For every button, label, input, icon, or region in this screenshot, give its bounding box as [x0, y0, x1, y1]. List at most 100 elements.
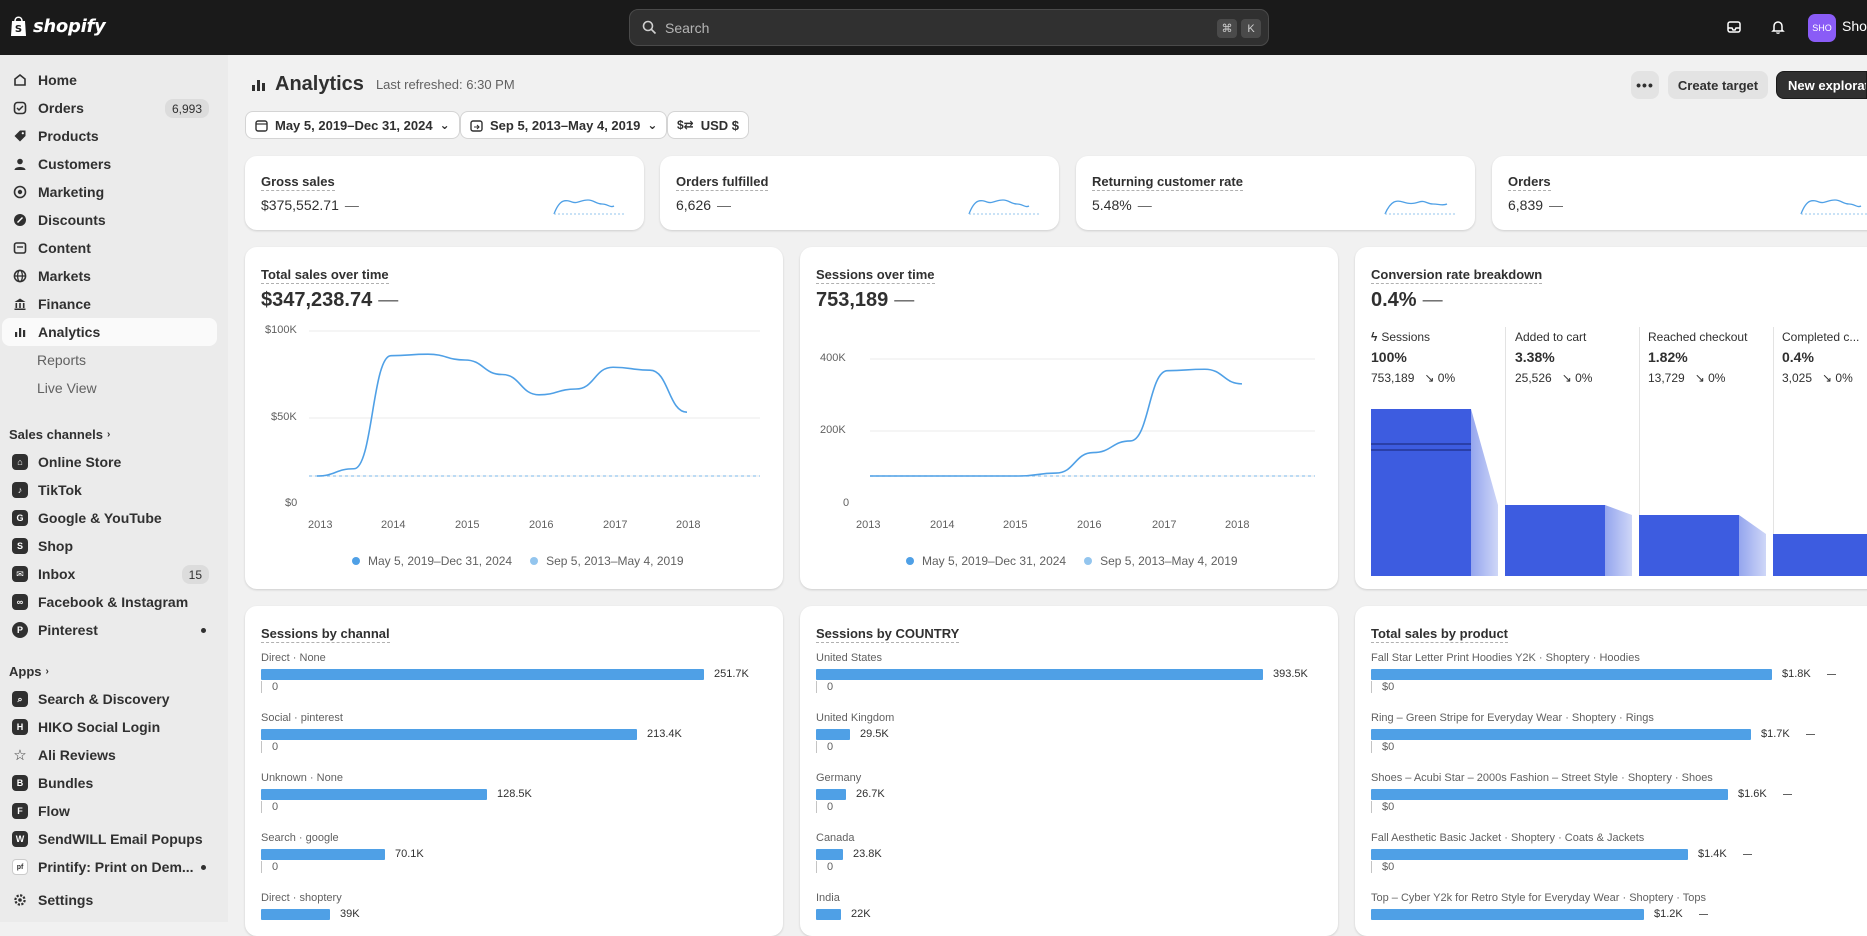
sidebar-item-printify[interactable]: pf Printify: Print on Dem...	[2, 853, 217, 881]
bar-row[interactable]: Direct · shoptery 39K	[261, 892, 783, 936]
sidebar-item-settings[interactable]: Settings	[2, 886, 217, 914]
sales-channels-heading[interactable]: Sales channels ›	[9, 427, 110, 442]
bar-row[interactable]: Social · pinterest 213.4K 0	[261, 712, 783, 772]
bar-row[interactable]: Ring – Green Stripe for Everyday Wear · …	[1371, 712, 1867, 772]
metric-card-returning-rate[interactable]: Returning customer rate 5.48% —	[1076, 156, 1475, 230]
legend-label: May 5, 2019–Dec 31, 2024	[922, 554, 1067, 568]
metric-card-orders-fulfilled[interactable]: Orders fulfilled 6,626 —	[660, 156, 1059, 230]
svg-text:S: S	[15, 24, 22, 35]
bar-track: 22K	[816, 909, 1338, 920]
sidebar-item-inbox[interactable]: ✉ Inbox 15	[2, 560, 217, 588]
sidebar-item-label: Analytics	[38, 324, 101, 340]
sidebar-item-pinterest[interactable]: P Pinterest	[2, 616, 217, 644]
bar-row[interactable]: Unknown · None 128.5K 0	[261, 772, 783, 832]
bar-fill	[816, 909, 841, 920]
bar-row[interactable]: Search · google 70.1K 0	[261, 832, 783, 892]
metric-card-gross-sales[interactable]: Gross sales $375,552.71 —	[245, 156, 644, 230]
bar-label: Shoes – Acubi Star – 2000s Fashion – Str…	[1371, 772, 1713, 784]
sidebar-item-label: Finance	[38, 296, 91, 312]
sidebar-item-search-discovery[interactable]: ⌕ Search & Discovery	[2, 685, 217, 713]
legend-item-current[interactable]: May 5, 2019–Dec 31, 2024	[906, 554, 1066, 568]
chevron-right-icon: ›	[45, 666, 49, 677]
globe-icon	[12, 268, 28, 284]
sidebar-item-marketing[interactable]: Marketing	[2, 178, 217, 206]
sparkline	[968, 199, 1039, 215]
bar-row[interactable]: Shoes – Acubi Star – 2000s Fashion – Str…	[1371, 772, 1867, 832]
sidebar-item-analytics[interactable]: Analytics	[2, 318, 217, 346]
bar-row[interactable]: Top – Cyber Y2k for Retro Style for Ever…	[1371, 892, 1867, 936]
inbox-tray-icon[interactable]	[1724, 17, 1744, 37]
bar-compare-value: 0	[816, 801, 1338, 813]
store-avatar[interactable]: SHO	[1808, 14, 1836, 42]
bar-row[interactable]: India 22K	[816, 892, 1338, 936]
bar-value: $1.4K	[1698, 848, 1727, 860]
create-target-button[interactable]: Create target	[1668, 71, 1768, 99]
bar-row[interactable]: United Kingdom 29.5K 0	[816, 712, 1338, 772]
x-tick: 2013	[856, 519, 881, 531]
compare-range-picker[interactable]: Sep 5, 2013–May 4, 2019 ⌄	[460, 111, 668, 139]
x-tick: 2016	[529, 519, 554, 531]
sidebar-item-online-store[interactable]: ⌂ Online Store	[2, 448, 217, 476]
bell-icon[interactable]	[1768, 17, 1788, 37]
sidebar-item-live-view[interactable]: Live View	[2, 374, 217, 402]
funnel-chart	[1371, 409, 1867, 576]
legend-item-compare[interactable]: Sep 5, 2013–May 4, 2019	[530, 554, 684, 568]
discount-icon	[12, 212, 28, 228]
sidebar-item-hiko-social-login[interactable]: H HIKO Social Login	[2, 713, 217, 741]
sidebar-item-bundles[interactable]: B Bundles	[2, 769, 217, 797]
metric-card-orders[interactable]: Orders 6,839 —	[1492, 156, 1867, 230]
main-content: Analytics Last refreshed: 6:30 PM ••• Cr…	[228, 55, 1867, 936]
bar-row[interactable]: Direct · None 251.7K 0	[261, 652, 783, 712]
sidebar-item-label: Google & YouTube	[38, 510, 162, 526]
sidebar-item-markets[interactable]: Markets	[2, 262, 217, 290]
sidebar-item-ali-reviews[interactable]: ☆ Ali Reviews	[2, 741, 217, 769]
shopify-logo[interactable]: S shopify	[9, 15, 106, 37]
sidebar-item-google-youtube[interactable]: G Google & YouTube	[2, 504, 217, 532]
command-key-hint: ⌘	[1217, 19, 1237, 38]
legend-label: May 5, 2019–Dec 31, 2024	[368, 554, 513, 568]
bar-row[interactable]: Fall Star Letter Print Hoodies Y2K · Sho…	[1371, 652, 1867, 712]
bar-row[interactable]: Germany 26.7K 0	[816, 772, 1338, 832]
bar-compare-value: $0	[1371, 801, 1867, 813]
sidebar-item-content[interactable]: Content	[2, 234, 217, 262]
sidebar-item-customers[interactable]: Customers	[2, 150, 217, 178]
sidebar-item-discounts[interactable]: Discounts	[2, 206, 217, 234]
store-name[interactable]: Shop	[1842, 18, 1867, 34]
chart-title[interactable]: Sessions by COUNTRY	[816, 626, 960, 643]
bar-compare-value: 0	[261, 861, 783, 873]
sidebar-item-orders[interactable]: Orders 6,993	[2, 94, 217, 122]
search-bar[interactable]: Search ⌘ K	[629, 9, 1269, 46]
bar-label: India	[816, 892, 840, 904]
sidebar-item-shop[interactable]: S Shop	[2, 532, 217, 560]
bar-track: $1.2K	[1371, 909, 1867, 920]
apps-heading[interactable]: Apps ›	[9, 664, 49, 679]
orders-count-badge: 6,993	[164, 99, 209, 118]
sidebar-item-sendwill[interactable]: W SendWILL Email Popups	[2, 825, 217, 853]
bar-row[interactable]: United States 393.5K 0	[816, 652, 1338, 712]
more-actions-button[interactable]: •••	[1631, 71, 1659, 99]
date-range-label: May 5, 2019–Dec 31, 2024	[275, 117, 433, 133]
chart-title[interactable]: Sessions by channal	[261, 626, 390, 643]
bar-value: 251.7K	[714, 668, 749, 680]
currency-picker[interactable]: $⇄ USD $	[667, 111, 750, 139]
sidebar-item-facebook-instagram[interactable]: ∞ Facebook & Instagram	[2, 588, 217, 616]
bar-compare-value: $0	[1371, 741, 1867, 753]
metric-value-text: $375,552.71	[261, 197, 339, 213]
bar-row[interactable]: Canada 23.8K 0	[816, 832, 1338, 892]
sidebar-item-home[interactable]: Home	[2, 66, 217, 94]
funnel-drop-3	[1739, 515, 1766, 576]
bar-value: $1.2K	[1654, 908, 1683, 920]
legend-item-current[interactable]: May 5, 2019–Dec 31, 2024	[352, 554, 512, 568]
chart-title[interactable]: Total sales by product	[1371, 626, 1509, 643]
sidebar-item-products[interactable]: Products	[2, 122, 217, 150]
legend-item-compare[interactable]: Sep 5, 2013–May 4, 2019	[1084, 554, 1238, 568]
chevron-down-icon: ⌄	[647, 118, 658, 132]
date-range-picker[interactable]: May 5, 2019–Dec 31, 2024 ⌄	[245, 111, 460, 139]
sidebar-item-flow[interactable]: F Flow	[2, 797, 217, 825]
new-exploration-button[interactable]: New explorati	[1776, 71, 1867, 99]
sidebar-item-tiktok[interactable]: ♪ TikTok	[2, 476, 217, 504]
bar-label: Search · google	[261, 832, 339, 844]
sidebar-item-reports[interactable]: Reports	[2, 346, 217, 374]
sidebar-item-finance[interactable]: Finance	[2, 290, 217, 318]
bar-row[interactable]: Fall Aesthetic Basic Jacket · Shoptery ·…	[1371, 832, 1867, 892]
